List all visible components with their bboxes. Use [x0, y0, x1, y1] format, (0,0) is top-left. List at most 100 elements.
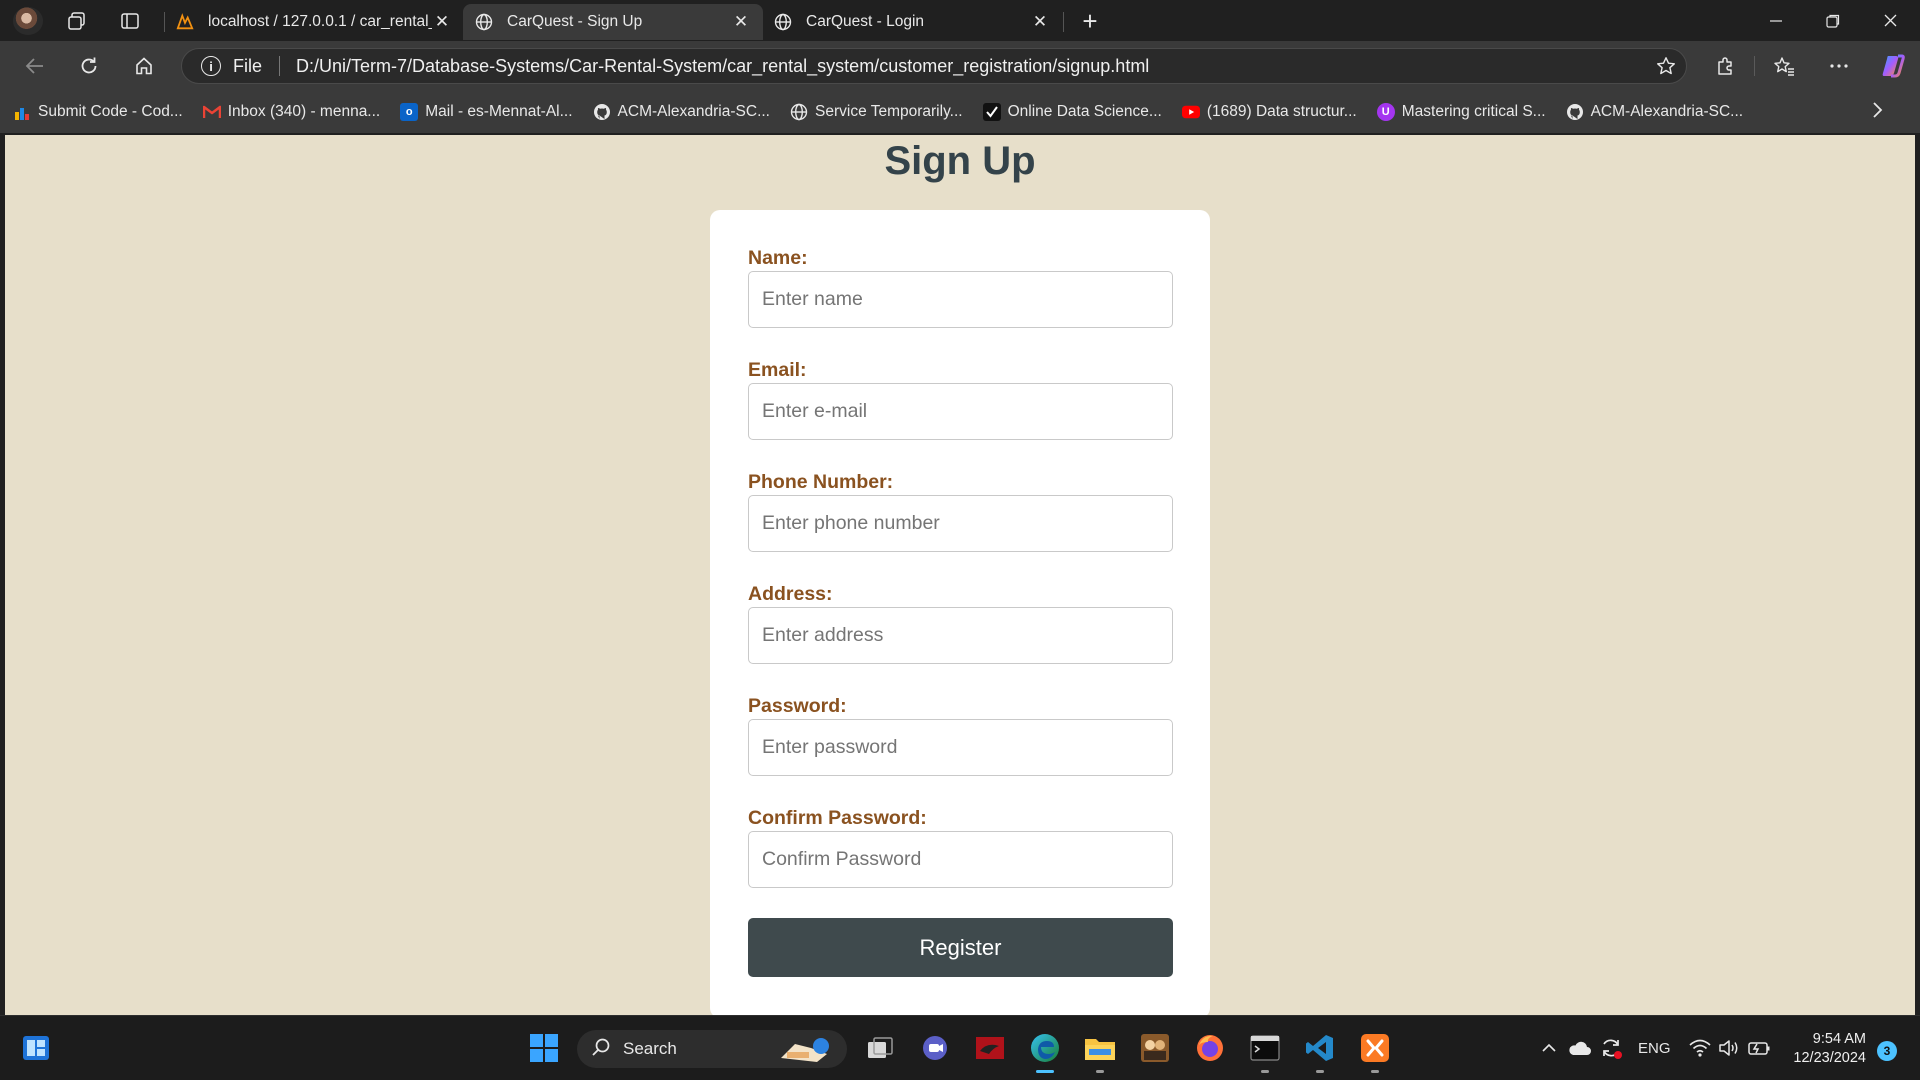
extensions-icon[interactable]	[1708, 51, 1742, 81]
bookmark-label: Online Data Science...	[1007, 103, 1162, 120]
bookmark-item[interactable]: Inbox (340) - menna...	[202, 103, 380, 121]
globe-icon	[790, 103, 808, 121]
volume-icon[interactable]	[1714, 1030, 1744, 1066]
bookmark-item[interactable]: o Mail - es-Mennat-Al...	[400, 103, 573, 121]
address-label: Address:	[748, 583, 833, 605]
taskbar: Search ENG 9:54 AM 12/23/2024 3	[0, 1015, 1920, 1080]
clock-time: 9:54 AM	[1812, 1031, 1866, 1047]
name-input[interactable]: Enter name	[748, 271, 1173, 328]
close-tab-icon[interactable]: ✕	[1030, 12, 1050, 32]
site-info-icon[interactable]: i	[201, 56, 221, 76]
back-button[interactable]	[18, 51, 52, 81]
profile-avatar[interactable]	[13, 7, 43, 35]
favorite-star-icon[interactable]	[1646, 56, 1686, 76]
bookmark-label: ACM-Alexandria-SC...	[617, 103, 770, 120]
chevron-up-icon[interactable]	[1534, 1030, 1564, 1066]
bookmark-item[interactable]: Online Data Science...	[982, 103, 1162, 121]
close-window-button[interactable]	[1862, 0, 1918, 41]
notification-badge[interactable]: 3	[1877, 1041, 1897, 1061]
udemy-icon: U	[1376, 103, 1395, 121]
bookmark-item[interactable]: ACM-Alexandria-SC...	[1566, 103, 1743, 121]
teams-chat-icon[interactable]	[917, 1030, 953, 1066]
favorites-icon[interactable]	[1767, 51, 1801, 81]
sync-icon[interactable]	[1596, 1030, 1626, 1066]
phone-input[interactable]: Enter phone number	[748, 495, 1173, 552]
chevron-right-icon[interactable]	[1872, 101, 1884, 125]
page-viewport: Sign Up Name: Enter name Email: Enter e-…	[5, 135, 1915, 1015]
minimize-button[interactable]	[1748, 0, 1804, 41]
widgets-icon[interactable]	[18, 1030, 54, 1066]
github-icon	[1566, 103, 1584, 121]
wifi-icon[interactable]	[1685, 1030, 1715, 1066]
password-input[interactable]: Enter password	[748, 719, 1173, 776]
terminal-icon[interactable]	[1247, 1030, 1283, 1073]
language-indicator[interactable]: ENG	[1638, 1040, 1671, 1057]
bookmark-label: Mail - es-Mennat-Al...	[425, 103, 573, 120]
photos-app-icon[interactable]	[1137, 1030, 1173, 1066]
app-red-icon[interactable]	[972, 1030, 1008, 1066]
screen: localhost / 127.0.0.1 / car_rental_s ✕ C…	[0, 0, 1920, 1080]
refresh-button[interactable]	[72, 51, 106, 81]
address-bar[interactable]: i File D:/Uni/Term-7/Database-Systems/Ca…	[181, 48, 1687, 84]
bookmark-item[interactable]: ACM-Alexandria-SC...	[593, 103, 770, 121]
task-view-icon[interactable]	[862, 1030, 898, 1066]
xampp-icon[interactable]	[1357, 1030, 1393, 1073]
email-input[interactable]: Enter e-mail	[748, 383, 1173, 440]
vscode-icon[interactable]	[1302, 1030, 1338, 1073]
workspaces-icon[interactable]	[62, 7, 92, 35]
edge-browser-icon[interactable]	[1027, 1030, 1063, 1073]
checkmark-icon	[982, 103, 1001, 121]
start-button[interactable]	[526, 1030, 562, 1066]
email-label: Email:	[748, 359, 807, 381]
phone-label: Phone Number:	[748, 471, 894, 493]
vertical-tabs-icon[interactable]	[115, 7, 145, 35]
url-scheme: File	[233, 55, 263, 76]
bookmark-label: ACM-Alexandria-SC...	[1590, 103, 1744, 120]
bookmark-label: Submit Code - Cod...	[38, 103, 183, 120]
battery-icon[interactable]	[1744, 1030, 1774, 1066]
home-button[interactable]	[127, 51, 161, 81]
more-menu-icon[interactable]	[1822, 51, 1856, 81]
globe-icon	[774, 13, 792, 31]
tab-title: localhost / 127.0.0.1 / car_rental_s	[208, 13, 432, 30]
file-explorer-icon[interactable]	[1082, 1030, 1118, 1073]
address-input[interactable]: Enter address	[748, 607, 1173, 664]
tab-title: CarQuest - Login	[806, 13, 925, 30]
register-button[interactable]: Register	[748, 918, 1173, 977]
onedrive-icon[interactable]	[1564, 1030, 1594, 1066]
copilot-icon[interactable]	[1876, 51, 1910, 81]
bookmark-item[interactable]: (1689) Data structur...	[1181, 103, 1357, 121]
taskbar-search[interactable]: Search	[577, 1030, 847, 1068]
close-tab-icon[interactable]: ✕	[432, 12, 452, 32]
name-label: Name:	[748, 247, 808, 269]
browser-toolbar: i File D:/Uni/Term-7/Database-Systems/Ca…	[0, 41, 1920, 91]
phpmyadmin-icon	[176, 13, 194, 31]
tab-signup[interactable]: CarQuest - Sign Up ✕	[463, 4, 763, 40]
page-title: Sign Up	[884, 139, 1036, 183]
confirm-password-label: Confirm Password:	[748, 807, 927, 829]
tab-login[interactable]: CarQuest - Login ✕	[762, 4, 1062, 40]
signup-form-card: Name: Enter name Email: Enter e-mail Pho…	[710, 210, 1210, 1015]
bookmarks-bar: Submit Code - Cod... Inbox (340) - menna…	[0, 91, 1920, 133]
search-label: Search	[623, 1039, 677, 1058]
bookmark-item[interactable]: Submit Code - Cod...	[13, 103, 183, 121]
tab-title: CarQuest - Sign Up	[507, 13, 643, 30]
search-icon	[591, 1037, 611, 1062]
firefox-icon[interactable]	[1192, 1030, 1228, 1066]
new-tab-button[interactable]: +	[1075, 6, 1105, 36]
confirm-password-input[interactable]: Confirm Password	[748, 831, 1173, 888]
bookmark-item[interactable]: U Mastering critical S...	[1376, 103, 1546, 121]
tab-phpmyadmin[interactable]: localhost / 127.0.0.1 / car_rental_s ✕	[164, 4, 464, 40]
bar-chart-icon	[13, 103, 31, 121]
restore-button[interactable]	[1805, 0, 1861, 41]
bookmark-label: (1689) Data structur...	[1206, 103, 1357, 120]
outlook-icon: o	[400, 103, 419, 121]
bookmark-label: Service Temporarily...	[815, 103, 963, 120]
system-clock[interactable]: 9:54 AM 12/23/2024	[1793, 1030, 1866, 1068]
bookmark-item[interactable]: Service Temporarily...	[790, 103, 963, 121]
password-label: Password:	[748, 695, 847, 717]
close-tab-icon[interactable]: ✕	[731, 12, 751, 32]
bookmark-label: Mastering critical S...	[1401, 103, 1546, 120]
url-text[interactable]: D:/Uni/Term-7/Database-Systems/Car-Renta…	[296, 56, 1646, 77]
tab-strip: localhost / 127.0.0.1 / car_rental_s ✕ C…	[0, 0, 1920, 41]
